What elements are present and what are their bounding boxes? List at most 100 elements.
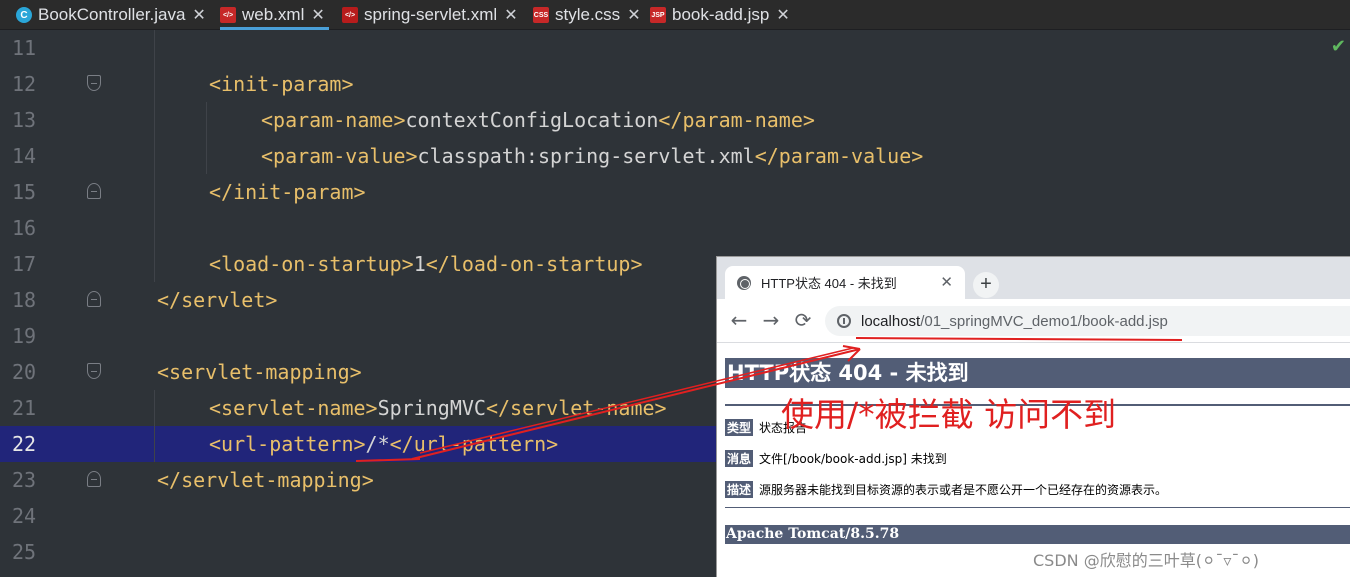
tab-book-add-jsp[interactable]: JSP book-add.jsp ✕	[650, 0, 790, 30]
code-line: 12 <init-param>	[0, 66, 1350, 102]
css-file-icon: CSS	[533, 7, 549, 23]
globe-icon	[737, 275, 751, 290]
tab-web-xml[interactable]: </> web.xml ✕	[220, 0, 329, 30]
error-title: HTTP状态 404 - 未找到	[725, 358, 1350, 388]
xml-open-tag: <servlet-mapping>	[157, 360, 362, 384]
xml-close-tag: </param-name>	[658, 108, 815, 132]
reload-icon[interactable]: ⟳	[791, 308, 815, 332]
browser-toolbar: ← → ⟳ localhost/01_springMVC_demo1/book-…	[717, 299, 1350, 343]
spring-config-icon: </>	[342, 7, 358, 23]
xml-text: SpringMVC	[377, 396, 486, 420]
xml-open-tag: <init-param>	[209, 72, 354, 96]
xml-text: contextConfigLocation	[405, 108, 659, 132]
line-number: 12	[12, 72, 37, 96]
fold-open-icon[interactable]	[87, 363, 101, 379]
code-text: <servlet-name>SpringMVC</servlet-name>	[209, 396, 667, 420]
line-number: 14	[12, 144, 37, 168]
xml-open-tag: <param-value>	[261, 144, 418, 168]
inspection-ok-icon[interactable]: ✔	[1331, 36, 1346, 57]
tab-style-css[interactable]: CSS style.css ✕	[533, 0, 641, 30]
code-text: <load-on-startup>1</load-on-startup>	[209, 252, 643, 276]
address-bar[interactable]: localhost/01_springMVC_demo1/book-add.js…	[825, 306, 1350, 336]
code-text: <url-pattern>/*</url-pattern>	[209, 432, 558, 456]
close-icon[interactable]: ✕	[776, 5, 789, 25]
jsp-file-icon: JSP	[650, 7, 666, 23]
xml-open-tag: <load-on-startup>	[209, 252, 414, 276]
line-number: 18	[12, 288, 37, 312]
forward-arrow-icon[interactable]: →	[759, 308, 783, 332]
line-number: 21	[12, 396, 37, 420]
error-page: HTTP状态 404 - 未找到 类型 状态报告 消息 文件[/book/boo…	[717, 343, 1350, 577]
url-path: /01_springMVC_demo1/book-add.jsp	[920, 312, 1168, 330]
tab-label: style.css	[555, 5, 621, 24]
fold-close-icon[interactable]	[87, 183, 101, 199]
xml-open-tag: <param-name>	[261, 108, 406, 132]
editor-tab-bar: C BookController.java ✕ </> web.xml ✕ </…	[0, 0, 1350, 30]
error-label: 类型	[725, 419, 754, 436]
line-number: 24	[12, 504, 37, 528]
xml-close-tag: </servlet-name>	[485, 396, 667, 420]
tab-label: book-add.jsp	[672, 5, 770, 24]
fold-close-icon[interactable]	[87, 471, 101, 487]
tab-label: web.xml	[242, 5, 305, 24]
url-host: localhost	[861, 312, 921, 330]
fold-close-icon[interactable]	[87, 291, 101, 307]
xml-close-tag: </load-on-startup>	[425, 252, 643, 276]
line-number: 19	[12, 324, 37, 348]
code-text: <param-name>contextConfigLocation</param…	[261, 108, 815, 132]
close-icon[interactable]: ✕	[940, 273, 953, 291]
info-icon[interactable]	[837, 314, 851, 328]
code-line: 16	[0, 210, 1350, 246]
line-number: 17	[12, 252, 37, 276]
xml-close-tag: </init-param>	[209, 180, 366, 204]
line-number: 13	[12, 108, 37, 132]
line-number: 25	[12, 540, 37, 564]
xml-text: /*	[365, 432, 390, 456]
divider	[725, 507, 1350, 508]
line-number: 23	[12, 468, 37, 492]
line-number: 20	[12, 360, 37, 384]
error-value: 源服务器未能找到目标资源的表示或者是不愿公开一个已经存在的资源表示。	[759, 483, 1168, 497]
browser-tab-strip: HTTP状态 404 - 未找到 ✕ +	[717, 257, 1350, 299]
error-row-description: 描述 源服务器未能找到目标资源的表示或者是不愿公开一个已经存在的资源表示。	[725, 481, 1167, 498]
browser-tab-title: HTTP状态 404 - 未找到	[761, 276, 897, 291]
xml-open-tag: <servlet-name>	[209, 396, 378, 420]
xml-text: 1	[413, 252, 426, 276]
tab-label: BookController.java	[38, 5, 186, 24]
error-row-message: 消息 文件[/book/book-add.jsp] 未找到	[725, 450, 947, 467]
annotation-text: 使用/*被拦截 访问不到	[781, 395, 1117, 434]
xml-close-tag: </servlet-mapping>	[157, 468, 374, 492]
tab-spring-servlet-xml[interactable]: </> spring-servlet.xml ✕	[342, 0, 518, 30]
xml-file-icon: </>	[220, 7, 236, 23]
indent-guide	[206, 102, 207, 174]
close-icon[interactable]: ✕	[504, 5, 517, 25]
tab-bookcontroller-java[interactable]: C BookController.java ✕	[16, 0, 206, 30]
error-value: 文件[/book/book-add.jsp] 未找到	[759, 452, 947, 466]
fold-open-icon[interactable]	[87, 75, 101, 91]
indent-guide	[154, 30, 155, 282]
code-line: 15 </init-param>	[0, 174, 1350, 210]
line-number: 15	[12, 180, 37, 204]
server-footer: Apache Tomcat/8.5.78	[725, 525, 1350, 544]
xml-close-tag: </param-value>	[754, 144, 924, 168]
code-line: 14 <param-value>classpath:spring-servlet…	[0, 138, 1350, 174]
error-label: 描述	[725, 481, 754, 498]
close-icon[interactable]: ✕	[192, 5, 205, 25]
xml-open-tag: <url-pattern>	[209, 432, 366, 456]
close-icon[interactable]: ✕	[311, 5, 324, 25]
line-number: 16	[12, 216, 37, 240]
tab-label: spring-servlet.xml	[364, 5, 498, 24]
indent-guide	[154, 390, 155, 462]
error-label: 消息	[725, 450, 754, 467]
code-text: <param-value>classpath:spring-servlet.xm…	[261, 144, 923, 168]
line-number: 22	[12, 432, 37, 456]
code-line: 13 <param-name>contextConfigLocation</pa…	[0, 102, 1350, 138]
back-arrow-icon[interactable]: ←	[727, 308, 751, 332]
code-line: 11	[0, 30, 1350, 66]
new-tab-button[interactable]: +	[973, 272, 999, 298]
close-icon[interactable]: ✕	[627, 5, 640, 25]
browser-tab[interactable]: HTTP状态 404 - 未找到 ✕	[725, 266, 965, 299]
xml-close-tag: </url-pattern>	[389, 432, 559, 456]
xml-text: classpath:spring-servlet.xml	[417, 144, 755, 168]
line-number: 11	[12, 36, 37, 60]
